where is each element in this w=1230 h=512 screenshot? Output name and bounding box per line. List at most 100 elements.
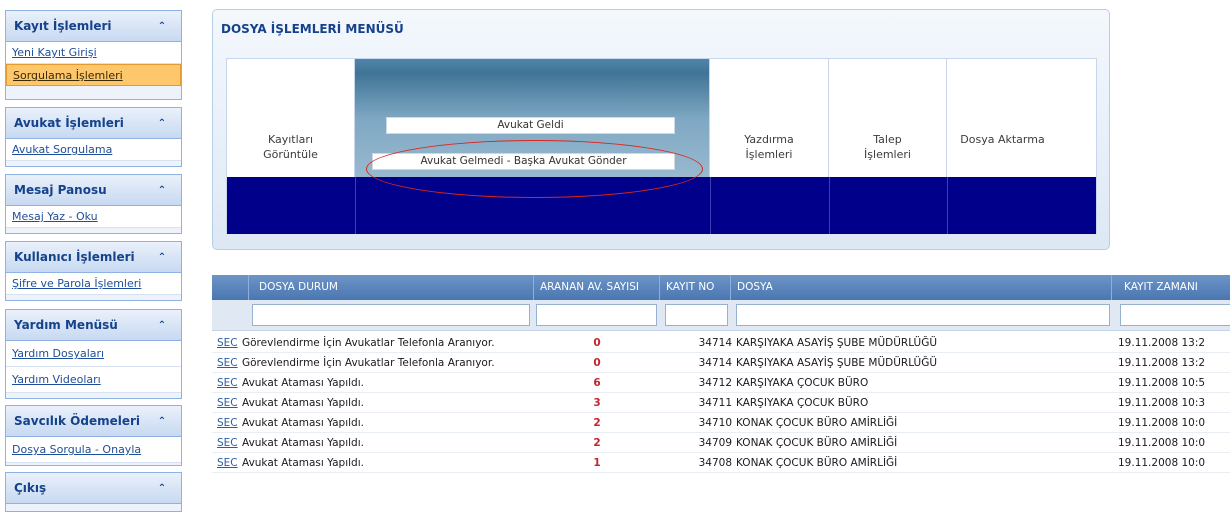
sec-link[interactable]: SEC — [217, 353, 238, 373]
cell-dosya: KONAK ÇOCUK BÜRO AMİRLİĞİ — [736, 437, 898, 449]
sidebar-item-dosya-sorgula-onayla[interactable]: Dosya Sorgula - Onayla — [6, 437, 181, 463]
cell-kayit-zamani: 19.11.2008 10:0 — [1118, 437, 1206, 449]
band-divider — [947, 177, 948, 234]
cell-dosya: KONAK ÇOCUK BÜRO AMİRLİĞİ — [736, 417, 898, 429]
table-row[interactable]: SEC Avukat Ataması Yapıldı. 2 34710 KONA… — [212, 413, 1230, 433]
collapse-icon[interactable]: ⌃ — [155, 117, 169, 131]
filter-kayit-zamani-input[interactable] — [1120, 304, 1230, 326]
sec-link[interactable]: SEC — [217, 393, 238, 413]
cell-dosya: KARŞIYAKA ÇOCUK BÜRO — [736, 377, 869, 389]
sidebar-item-mesaj-yaz-oku[interactable]: Mesaj Yaz - Oku — [6, 206, 181, 228]
menu-cell-dosya-aktarma[interactable]: Dosya Aktarma — [947, 59, 1098, 177]
collapse-icon[interactable]: ⌃ — [155, 20, 169, 34]
panel-kayit-islemleri: Kayıt İşlemleri ⌃ Yeni Kayıt Girişi Sorg… — [5, 10, 182, 100]
menu-cell-talep-islemleri[interactable]: Talep İşlemleri — [829, 59, 947, 177]
panel-avukat-islemleri: Avukat İşlemleri ⌃ Avukat Sorgulama — [5, 107, 182, 167]
menu-cell-kayitlari-goruntule[interactable]: Kayıtları Görüntüle — [227, 59, 355, 177]
cell-aranan-av-sayisi: 3 — [593, 397, 601, 409]
sec-link[interactable]: SEC — [217, 433, 238, 453]
sidebar-item-sorgulama-islemleri[interactable]: Sorgulama İşlemleri — [6, 64, 181, 86]
cell-kayit-no: 34710 — [698, 417, 732, 429]
panel-title: Savcılık Ödemeleri — [14, 414, 141, 428]
cell-aranan-av-sayisi: 0 — [593, 337, 601, 349]
grid-header: DOSYA DURUM ARANAN AV. SAYISI KAYIT NO D… — [212, 275, 1230, 300]
cell-aranan-av-sayisi: 0 — [593, 357, 601, 369]
grid-header-aranan-av-sayisi[interactable]: ARANAN AV. SAYISI — [534, 275, 660, 300]
menu-cell-yazdirma-islemleri[interactable]: Yazdırma İşlemleri — [710, 59, 829, 177]
collapse-icon[interactable]: ⌃ — [155, 319, 169, 333]
filter-aranan-av-sayisi-input[interactable] — [536, 304, 657, 326]
collapse-icon[interactable]: ⌃ — [155, 251, 169, 265]
panel-mesaj-panosu: Mesaj Panosu ⌃ Mesaj Yaz - Oku — [5, 174, 182, 234]
sec-link[interactable]: SEC — [217, 413, 238, 433]
table-row[interactable]: SEC Avukat Ataması Yapıldı. 3 34711 KARŞ… — [212, 393, 1230, 413]
sec-link[interactable]: SEC — [217, 373, 238, 393]
avukat-geldi-button[interactable]: Avukat Geldi — [386, 117, 675, 134]
cell-aranan-av-sayisi: 2 — [593, 417, 601, 429]
band-divider — [355, 177, 356, 234]
cell-kayit-no: 34714 — [698, 337, 732, 349]
panel-title: Avukat İşlemleri — [14, 116, 124, 130]
sidebar-item-yeni-kayit-girisi[interactable]: Yeni Kayıt Girişi — [6, 42, 181, 64]
panel-header-mesaj-panosu[interactable]: Mesaj Panosu ⌃ — [6, 175, 181, 206]
cell-dosya-durum: Avukat Ataması Yapıldı. — [242, 457, 364, 469]
table-row[interactable]: SEC Avukat Ataması Yapıldı. 1 34708 KONA… — [212, 453, 1230, 473]
cell-kayit-zamani: 19.11.2008 13:2 — [1118, 337, 1206, 349]
panel-cikis: Çıkış ⌃ — [5, 472, 182, 512]
sec-link[interactable]: SEC — [217, 453, 238, 473]
collapse-icon[interactable]: ⌃ — [155, 482, 169, 496]
sidebar-item-yardim-dosyalari[interactable]: Yardım Dosyaları — [6, 341, 181, 367]
cell-dosya-durum: Görevlendirme İçin Avukatlar Telefonla A… — [242, 337, 495, 349]
panel-header-kullanici-islemleri[interactable]: Kullanıcı İşlemleri ⌃ — [6, 242, 181, 273]
talep-islemleri-label[interactable]: Talep İşlemleri — [829, 132, 946, 162]
panel-title: Yardım Menüsü — [14, 318, 118, 332]
cell-dosya-durum: Avukat Ataması Yapıldı. — [242, 437, 364, 449]
table-row[interactable]: SEC Görevlendirme İçin Avukatlar Telefon… — [212, 353, 1230, 373]
panel-header-kayit-islemleri[interactable]: Kayıt İşlemleri ⌃ — [6, 11, 181, 42]
cell-kayit-no: 34708 — [698, 457, 732, 469]
menu-band — [227, 177, 1096, 234]
table-row[interactable]: SEC Avukat Ataması Yapıldı. 2 34709 KONA… — [212, 433, 1230, 453]
panel-savcilik-odemeleri: Savcılık Ödemeleri ⌃ Dosya Sorgula - Ona… — [5, 405, 182, 466]
cell-dosya: KARŞIYAKA ASAYİŞ ŞUBE MÜDÜRLÜĞÜ — [736, 357, 938, 369]
grid-header-dosya-durum[interactable]: DOSYA DURUM — [249, 275, 534, 300]
grid-header-dosya[interactable]: DOSYA — [731, 275, 1112, 300]
menu-grid: Kayıtları Görüntüle Yazdırma İşlemleri T… — [226, 58, 1097, 234]
table-row[interactable]: SEC Görevlendirme İçin Avukatlar Telefon… — [212, 333, 1230, 353]
filter-row — [212, 300, 1230, 331]
panel-yardim-menusu: Yardım Menüsü ⌃ Yardım Dosyaları Yardım … — [5, 309, 182, 399]
table-row[interactable]: SEC Avukat Ataması Yapıldı. 6 34712 KARŞ… — [212, 373, 1230, 393]
panel-header-avukat-islemleri[interactable]: Avukat İşlemleri ⌃ — [6, 108, 181, 139]
panel-header-yardim-menusu[interactable]: Yardım Menüsü ⌃ — [6, 310, 181, 341]
dosya-grid: DOSYA DURUM ARANAN AV. SAYISI KAYIT NO D… — [212, 275, 1230, 496]
cell-dosya-durum: Avukat Ataması Yapıldı. — [242, 377, 364, 389]
panel-title: Kullanıcı İşlemleri — [14, 250, 135, 264]
cell-kayit-zamani: 19.11.2008 10:0 — [1118, 417, 1206, 429]
cell-dosya: KONAK ÇOCUK BÜRO AMİRLİĞİ — [736, 457, 898, 469]
cell-kayit-no: 34711 — [698, 397, 732, 409]
kayitlari-goruntule-label[interactable]: Kayıtları Görüntüle — [227, 132, 354, 162]
avukat-gelmedi-button[interactable]: Avukat Gelmedi - Başka Avukat Gönder — [372, 153, 675, 170]
yazdirma-islemleri-label[interactable]: Yazdırma İşlemleri — [710, 132, 828, 162]
filter-dosya-durum-input[interactable] — [252, 304, 530, 326]
cell-kayit-no: 34709 — [698, 437, 732, 449]
sec-link[interactable]: SEC — [217, 333, 238, 353]
cell-kayit-zamani: 19.11.2008 13:2 — [1118, 357, 1206, 369]
panel-header-cikis[interactable]: Çıkış ⌃ — [6, 473, 181, 504]
grid-header-kayit-zamani[interactable]: KAYIT ZAMANI — [1112, 275, 1230, 300]
dosya-aktarma-label[interactable]: Dosya Aktarma — [947, 132, 1098, 147]
panel-header-savcilik-odemeleri[interactable]: Savcılık Ödemeleri ⌃ — [6, 406, 181, 437]
sidebar-item-yardim-videolari[interactable]: Yardım Videoları — [6, 367, 181, 393]
grid-header-select — [212, 275, 249, 300]
filter-dosya-input[interactable] — [736, 304, 1110, 326]
cell-dosya-durum: Görevlendirme İçin Avukatlar Telefonla A… — [242, 357, 495, 369]
band-divider — [829, 177, 830, 234]
sidebar-item-avukat-sorgulama[interactable]: Avukat Sorgulama — [6, 139, 181, 161]
cell-kayit-zamani: 19.11.2008 10:3 — [1118, 397, 1206, 409]
grid-header-kayit-no[interactable]: KAYIT NO — [660, 275, 731, 300]
filter-kayit-no-input[interactable] — [665, 304, 728, 326]
collapse-icon[interactable]: ⌃ — [155, 415, 169, 429]
cell-kayit-zamani: 19.11.2008 10:5 — [1118, 377, 1206, 389]
sidebar-item-sifre-parola[interactable]: Şifre ve Parola İşlemleri — [6, 273, 181, 295]
collapse-icon[interactable]: ⌃ — [155, 184, 169, 198]
